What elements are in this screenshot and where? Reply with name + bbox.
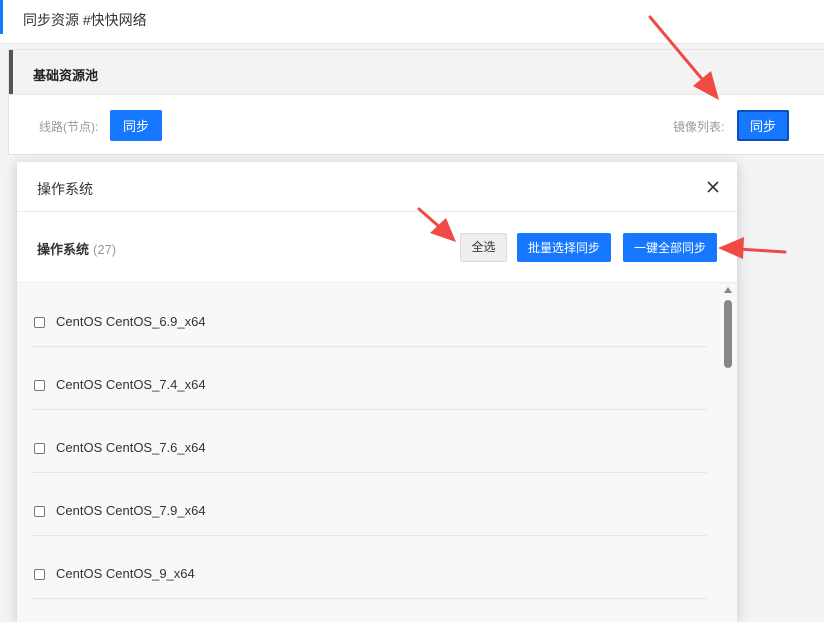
close-icon[interactable] xyxy=(703,177,723,197)
os-label: CentOS CentOS_6.9_x64 xyxy=(56,314,206,329)
os-label: CentOS CentOS_9_x64 xyxy=(56,566,195,581)
os-section-title: 操作系统 (27) xyxy=(37,239,116,258)
os-checkbox[interactable] xyxy=(34,317,45,328)
route-label: 线路(节点): xyxy=(39,120,99,134)
os-checkbox[interactable] xyxy=(34,380,45,391)
os-count: (27) xyxy=(93,242,117,257)
os-checkbox[interactable] xyxy=(34,443,45,454)
section-title-text: 操作系统 xyxy=(37,242,90,257)
os-label: CentOS CentOS_7.4_x64 xyxy=(56,377,206,392)
select-all-button[interactable]: 全选 xyxy=(460,233,507,262)
list-item[interactable]: CentOS CentOS_7.6_x64 xyxy=(32,409,707,473)
os-list: CentOS CentOS_6.9_x64 CentOS CentOS_7.4_… xyxy=(17,283,737,622)
panel-title: 基础资源池 xyxy=(33,68,99,83)
batch-sync-button[interactable]: 批量选择同步 xyxy=(517,233,611,262)
list-item[interactable]: CentOS CentOS_7.4_x64 xyxy=(32,346,707,410)
mirror-sync-button[interactable]: 同步 xyxy=(737,110,789,141)
panel-header: 基础资源池 xyxy=(9,50,824,95)
modal-title: 操作系统 xyxy=(37,181,93,197)
os-label: CentOS CentOS_7.6_x64 xyxy=(56,440,206,455)
scroll-up-icon[interactable] xyxy=(724,287,732,293)
list-item[interactable]: CentOS CentOS_6.9_x64 xyxy=(32,283,707,347)
route-sync-button[interactable]: 同步 xyxy=(110,110,162,141)
page-header: 同步资源 #快快网络 xyxy=(0,0,824,44)
sync-all-button[interactable]: 一键全部同步 xyxy=(623,233,717,262)
os-section-header: 操作系统 (27) 全选 批量选择同步 一键全部同步 xyxy=(17,212,737,283)
resource-pool-panel: 基础资源池 线路(节点): 同步 镜像列表: 同步 xyxy=(8,49,824,155)
list-item[interactable]: CentOS CentOS_7.9_x64 xyxy=(32,472,707,536)
modal-header: 操作系统 xyxy=(17,162,737,212)
list-item[interactable]: CentOS CentOS_9_x64 xyxy=(32,535,707,599)
scrollbar[interactable] xyxy=(721,283,735,622)
os-sync-modal: 操作系统 操作系统 (27) 全选 批量选择同步 一键全部同步 CentOS Ce… xyxy=(17,162,737,622)
scroll-thumb[interactable] xyxy=(724,300,732,368)
os-label: CentOS CentOS_7.9_x64 xyxy=(56,503,206,518)
page-title: 同步资源 #快快网络 xyxy=(23,12,147,28)
panel-header-accent xyxy=(9,50,13,94)
mirror-label: 镜像列表: xyxy=(673,120,725,134)
os-checkbox[interactable] xyxy=(34,569,45,580)
left-accent-bar xyxy=(0,0,3,34)
os-checkbox[interactable] xyxy=(34,506,45,517)
